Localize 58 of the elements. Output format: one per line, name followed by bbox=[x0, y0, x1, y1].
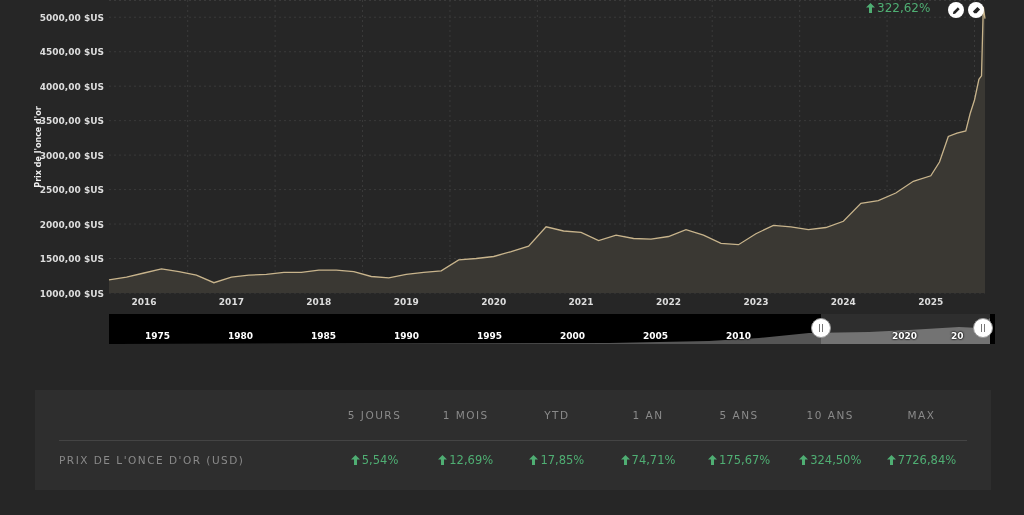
y-tick-label: 4500,00 $US bbox=[39, 47, 104, 58]
x-tick-label: 2017 bbox=[218, 297, 244, 307]
column-header: 1 MOIS bbox=[442, 409, 489, 421]
column-header: 1 AN bbox=[632, 409, 664, 421]
navigator-year-label: 2010 bbox=[726, 331, 752, 341]
range-handle[interactable] bbox=[973, 318, 993, 338]
performance-value: 17,85% bbox=[529, 453, 585, 467]
y-tick-label: 1000,00 $US bbox=[39, 288, 104, 299]
navigator-year-label: 20 bbox=[951, 331, 964, 341]
x-tick-label: 2019 bbox=[393, 297, 419, 307]
navigator-year-label: 1980 bbox=[228, 331, 254, 341]
performance-value: 12,69% bbox=[438, 453, 494, 467]
column-header: 5 JOURS bbox=[347, 409, 402, 421]
performance-value: 5,54% bbox=[350, 453, 399, 467]
navigator-year-label: 2000 bbox=[560, 331, 586, 341]
y-tick-label: 5000,00 $US bbox=[39, 12, 104, 23]
x-tick-label: 2025 bbox=[918, 297, 944, 307]
x-tick-label: 2021 bbox=[568, 297, 594, 307]
navigator-year-label: 1985 bbox=[311, 331, 337, 341]
navigator-year-label: 1975 bbox=[145, 331, 171, 341]
x-tick-label: 2020 bbox=[481, 297, 507, 307]
range-handle[interactable] bbox=[811, 318, 831, 338]
arrow-up-icon bbox=[620, 455, 630, 465]
arrow-up-icon bbox=[438, 455, 448, 465]
column-header: YTD bbox=[544, 409, 570, 421]
time-navigator[interactable]: 1975 1980 1985 1990 1995 2000 2005 2010 2020 20 bbox=[109, 314, 995, 344]
x-tick-label: 2023 bbox=[743, 297, 769, 307]
y-tick-label: 3500,00 $US bbox=[39, 116, 104, 127]
arrow-up-icon bbox=[799, 455, 809, 465]
column-header: MAX bbox=[907, 409, 936, 421]
eraser-icon bbox=[971, 5, 981, 15]
x-tick-label: 2022 bbox=[656, 297, 682, 307]
column-header: 10 ANS bbox=[806, 409, 854, 421]
change-percent: 322,62% bbox=[866, 1, 931, 15]
y-tick-label: 4000,00 $US bbox=[39, 81, 104, 92]
performance-value: 74,71% bbox=[620, 453, 676, 467]
x-tick-label: 2018 bbox=[306, 297, 332, 307]
arrow-up-icon bbox=[866, 3, 875, 13]
x-tick-label: 2016 bbox=[131, 297, 157, 307]
pencil-icon bbox=[951, 5, 961, 15]
pencil-button[interactable] bbox=[948, 2, 964, 18]
column-header: 5 ANS bbox=[719, 409, 759, 421]
performance-value: 324,50% bbox=[799, 453, 862, 467]
performance-value: 175,67% bbox=[708, 453, 771, 467]
row-label: PRIX DE L'ONCE D'OR (USD) bbox=[59, 454, 245, 466]
y-tick-label: 2000,00 $US bbox=[39, 219, 104, 230]
navigator-year-label: 2020 bbox=[892, 331, 918, 341]
y-tick-label: 1500,00 $US bbox=[39, 254, 104, 265]
navigator-year-label: 2005 bbox=[643, 331, 669, 341]
arrow-up-icon bbox=[886, 455, 896, 465]
navigator-year-label: 1995 bbox=[477, 331, 503, 341]
navigator-year-label: 1990 bbox=[394, 331, 420, 341]
eraser-button[interactable] bbox=[968, 2, 984, 18]
arrow-up-icon bbox=[708, 455, 718, 465]
performance-value: 7726,84% bbox=[886, 453, 957, 467]
x-tick-label: 2024 bbox=[830, 297, 856, 307]
arrow-up-icon bbox=[350, 455, 360, 465]
arrow-up-icon bbox=[529, 455, 539, 465]
